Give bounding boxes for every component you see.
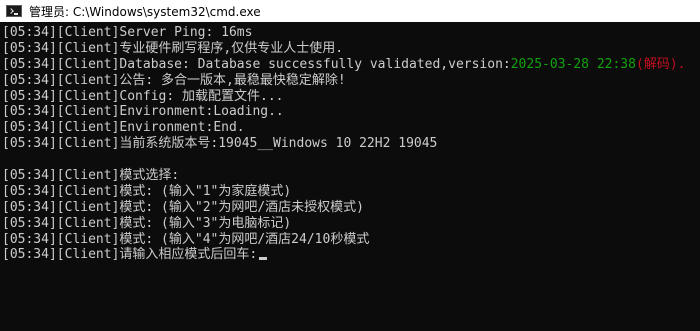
db-version-note: (解码).: [635, 56, 686, 72]
console-line: [05:34][Client]公告: 多合一版本,最稳最快稳定解除!: [2, 72, 346, 88]
console-line: [05:34][Client]Environment:End.: [2, 120, 245, 136]
console-line: [05:34][Client]模式: (输入"3"为电脑标记): [2, 215, 292, 231]
console-line: [05:34][Client]模式: (输入"4"为网吧/酒店24/10秒模式: [2, 231, 370, 247]
console-line: [05:34][Client]模式: (输入"1"为家庭模式): [2, 183, 292, 199]
console-line: [05:34][Client]Environment:Loading..: [2, 104, 284, 120]
console-line: [05:34][Client]模式选择:: [2, 168, 180, 184]
text-cursor: [259, 257, 268, 261]
console-line: [05:34][Client]专业硬件刷写程序,仅供专业人士使用.: [2, 40, 344, 56]
db-version-date: 2025-03-28 22:38: [510, 56, 636, 72]
console-line: [05:34][Client]Server Ping: 16ms: [2, 25, 253, 40]
console-prompt: [05:34][Client]请输入相应模式后回车:: [2, 247, 258, 263]
console-line-text: [05:34][Client]Database: Database succes…: [2, 56, 511, 72]
console-output[interactable]: [05:34][Client]Server Ping: 16ms [05:34]…: [0, 22, 700, 331]
console-line: [05:34][Client]当前系统版本号:19045__Windows 10…: [2, 136, 438, 152]
console-prompt-line[interactable]: [05:34][Client]请输入相应模式后回车:: [2, 247, 700, 263]
title-bar[interactable]: 管理员: C:\Windows\system32\cmd.exe: [0, 0, 700, 22]
window-title: 管理员: C:\Windows\system32\cmd.exe: [29, 4, 261, 19]
console-line: [05:34][Client]Config: 加载配置文件...: [2, 88, 284, 104]
console-line: [05:34][Client]模式: (输入"2"为网吧/酒店未授权模式): [2, 199, 365, 215]
cmd-icon: [6, 5, 22, 17]
console-line: [05:34][Client]Database: Database succes…: [2, 57, 700, 73]
cmd-window: 管理员: C:\Windows\system32\cmd.exe [05:34]…: [0, 0, 700, 331]
